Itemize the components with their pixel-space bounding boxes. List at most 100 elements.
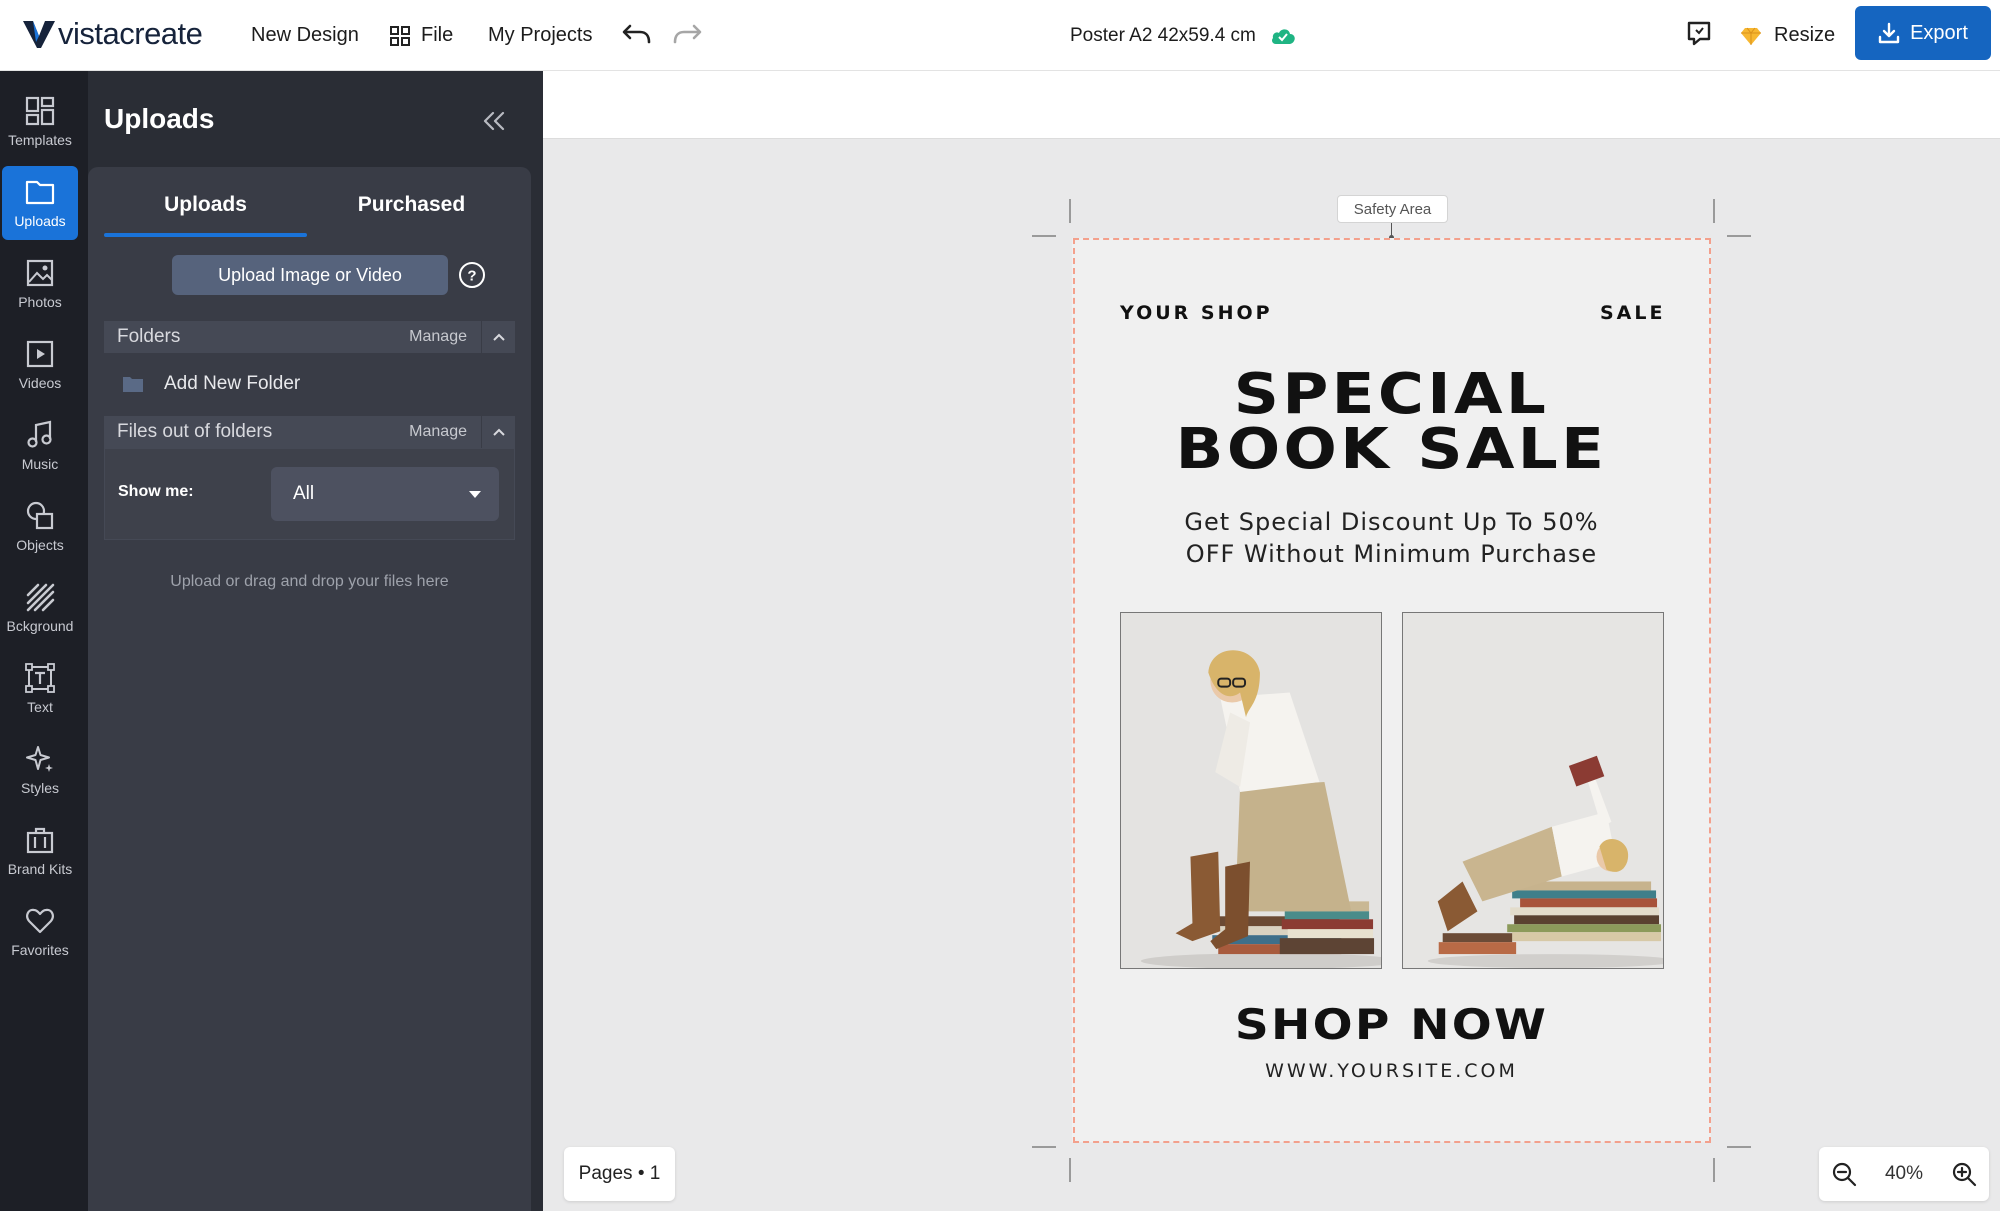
zoom-controls: 40% (1819, 1147, 1989, 1201)
rail-label: Photos (18, 294, 62, 310)
subheadline-line-1: Get Special Discount Up To 50% (1184, 508, 1599, 536)
redo-icon[interactable] (672, 22, 702, 46)
folders-section-header[interactable]: Folders Manage (104, 321, 515, 353)
trim-mark (1032, 1146, 1056, 1148)
rail-label: Brand Kits (7, 861, 73, 877)
rail-item-photos[interactable]: Photos (2, 247, 78, 321)
logo-mark-icon (23, 21, 55, 48)
tab-uploads[interactable]: Uploads (104, 193, 307, 217)
files-collapse-toggle[interactable] (481, 416, 515, 448)
rail-item-styles[interactable]: Styles (2, 733, 78, 807)
rail-item-templates[interactable]: Templates (2, 85, 78, 159)
poster-photo-woman-sitting-on-books[interactable] (1120, 612, 1382, 969)
show-me-label: Show me: (118, 483, 194, 500)
caret-down-icon (469, 491, 481, 498)
poster-url[interactable]: WWW.YOURSITE.COM (1072, 1060, 1711, 1082)
grid-icon (390, 25, 410, 46)
favorites-icon (26, 908, 54, 934)
brand-kits-icon (26, 827, 54, 854)
photo-sitting-illustration (1121, 613, 1381, 968)
drop-zone-hint: Upload or drag and drop your files here (170, 573, 449, 590)
premium-gem-icon (1741, 27, 1761, 45)
comment-icon[interactable] (1686, 20, 1712, 46)
document-title-text: Poster A2 42x59.4 cm (1070, 24, 1256, 46)
rail-item-videos[interactable]: Videos (2, 328, 78, 402)
rail-item-background[interactable]: Bckground (2, 571, 78, 645)
background-icon (26, 583, 55, 612)
active-tab-indicator (104, 233, 307, 237)
folders-collapse-toggle[interactable] (481, 321, 515, 353)
manage-folders-link[interactable]: Manage (409, 328, 467, 346)
trim-mark (1713, 199, 1715, 223)
objects-icon (26, 501, 54, 530)
rail-item-uploads[interactable]: Uploads (2, 166, 78, 240)
trim-mark (1032, 235, 1056, 237)
uploads-icon (25, 180, 55, 205)
styles-icon (26, 746, 53, 772)
rail-item-brand-kits[interactable]: Brand Kits (2, 814, 78, 888)
manage-files-link[interactable]: Manage (409, 423, 467, 441)
folders-label: Folders (117, 326, 181, 347)
help-icon[interactable]: ? (458, 261, 486, 289)
rail-item-objects[interactable]: Objects (2, 490, 78, 564)
poster-sale-text[interactable]: SALE (1600, 302, 1665, 324)
download-icon (1878, 22, 1900, 44)
files-out-of-folders-label: Files out of folders (117, 421, 273, 442)
resize-label: Resize (1774, 24, 1836, 46)
tab-purchased[interactable]: Purchased (310, 193, 513, 217)
canvas-top-strip (543, 71, 2000, 139)
add-new-folder-label: Add New Folder (164, 373, 301, 394)
collapse-panel-icon[interactable] (480, 109, 508, 133)
panel-content: Uploads Purchased Upload Image or Video … (88, 167, 531, 1211)
poster-cta[interactable]: SHOP NOW (1034, 1000, 1750, 1049)
undo-icon[interactable] (622, 22, 652, 46)
show-me-selected-value: All (293, 483, 315, 504)
rail-label: Uploads (14, 213, 66, 229)
rail-label: Objects (16, 537, 64, 553)
subheadline-line-2: OFF Without Minimum Purchase (1185, 540, 1598, 568)
rail-item-music[interactable]: Music (2, 409, 78, 483)
rail-label: Favorites (11, 942, 69, 958)
rail-label: Bckground (6, 618, 74, 634)
panel-title: Uploads (104, 103, 215, 134)
export-button[interactable]: Export (1855, 6, 1991, 60)
files-out-of-folders-header[interactable]: Files out of folders Manage (104, 416, 515, 448)
poster-photo-woman-reading-on-books[interactable] (1402, 612, 1664, 969)
pages-indicator[interactable]: Pages • 1 (564, 1147, 675, 1201)
poster-shop-text[interactable]: YOUR SHOP (1120, 302, 1273, 324)
filter-box: Show me: All (104, 448, 515, 540)
photos-icon (26, 259, 54, 287)
safety-area-label: Safety Area (1337, 195, 1448, 223)
file-label: File (421, 24, 454, 46)
trim-mark (1713, 1158, 1715, 1182)
music-icon (27, 420, 52, 448)
zoom-in-icon[interactable] (1951, 1161, 1977, 1187)
upload-image-or-video-button[interactable]: Upload Image or Video (172, 255, 448, 295)
templates-icon (25, 96, 55, 126)
resize-button[interactable]: Resize (1740, 0, 1835, 71)
new-design-menu[interactable]: New Design (251, 0, 359, 71)
zoom-level[interactable]: 40% (1885, 1163, 1923, 1185)
uploads-panel: Uploads Uploads Purchased Upload Image o… (88, 71, 543, 1211)
trim-mark (1727, 1146, 1751, 1148)
poster-subheadline[interactable]: Get Special Discount Up To 50% OFF Witho… (1072, 506, 1711, 570)
vistacreate-logo[interactable]: vistacreate (22, 14, 203, 54)
rail-item-favorites[interactable]: Favorites (2, 895, 78, 969)
show-me-select[interactable]: All (271, 467, 499, 521)
add-new-folder-button[interactable]: Add New Folder (122, 369, 300, 399)
rail-label: Templates (8, 132, 72, 148)
headline-line-1: SPECIAL (1233, 362, 1550, 427)
rail-label: Videos (18, 375, 62, 391)
headline-line-2: BOOK SALE (1175, 417, 1608, 482)
document-title[interactable]: Poster A2 42x59.4 cm (1070, 0, 1296, 71)
chevron-up-icon (492, 428, 505, 436)
my-projects-link[interactable]: My Projects (488, 0, 592, 71)
export-label: Export (1910, 21, 1968, 44)
zoom-out-icon[interactable] (1831, 1161, 1857, 1187)
file-menu[interactable]: File (390, 0, 453, 71)
text-icon (25, 663, 55, 693)
folder-icon (123, 377, 143, 392)
poster-headline[interactable]: SPECIAL BOOK SALE (1034, 362, 1750, 482)
chevron-up-icon (492, 333, 505, 341)
rail-item-text[interactable]: Text (2, 652, 78, 726)
